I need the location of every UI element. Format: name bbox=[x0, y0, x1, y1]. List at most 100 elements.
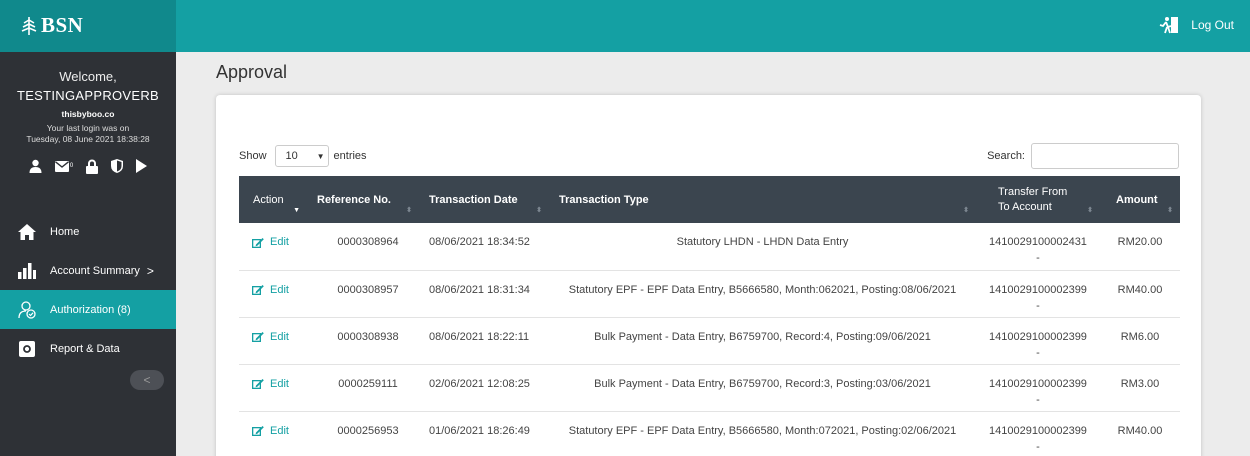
reference-cell: 0000308938 bbox=[337, 330, 399, 343]
date-cell: 02/06/2021 12:08:25 bbox=[429, 377, 530, 390]
sort-icon: ⬍ bbox=[536, 207, 542, 214]
approval-table: Action ▼ Reference No. ⬍ Transaction Dat… bbox=[239, 176, 1180, 456]
type-cell: Statutory LHDN - LHDN Data Entry bbox=[676, 236, 849, 248]
sort-icon: ⬍ bbox=[406, 207, 412, 214]
date-cell: 08/06/2021 18:31:34 bbox=[429, 283, 530, 296]
reference-cell: 0000308964 bbox=[337, 236, 399, 248]
show-entries-control: Show 10 ▼ entries bbox=[239, 145, 367, 167]
logout-button[interactable]: Log Out bbox=[1159, 16, 1234, 34]
edit-icon bbox=[252, 285, 264, 295]
edit-icon bbox=[252, 379, 264, 389]
entries-value: 10 bbox=[285, 150, 298, 162]
sidebar-item-label: Authorization (8) bbox=[50, 303, 131, 316]
edit-icon bbox=[252, 237, 264, 248]
date-cell: 01/06/2021 18:26:49 bbox=[429, 424, 530, 437]
account-cell: 1410029100002431 - bbox=[976, 223, 1100, 270]
table-row: Edit 0000308938 08/06/2021 18:22:11 Bulk… bbox=[239, 317, 1180, 364]
edit-label: Edit bbox=[270, 236, 289, 248]
reference-cell: 0000308957 bbox=[337, 283, 399, 296]
table-row: Edit 0000259111 02/06/2021 12:08:25 Bulk… bbox=[239, 364, 1180, 411]
page-title: Approval bbox=[216, 62, 288, 82]
shield-icon[interactable] bbox=[111, 159, 124, 173]
amount-cell: RM3.00 bbox=[1120, 377, 1160, 390]
sort-icon: ⬍ bbox=[1167, 207, 1173, 214]
column-label: Transaction Date bbox=[429, 193, 518, 206]
bsn-logo[interactable]: BSN bbox=[20, 13, 83, 38]
account-cell: 1410029100002399 - bbox=[976, 411, 1100, 456]
entries-select[interactable]: 10 ▼ bbox=[274, 145, 329, 167]
column-header-date[interactable]: Transaction Date ⬍ bbox=[419, 176, 549, 223]
amount-cell: RM40.00 bbox=[1117, 424, 1163, 437]
column-header-action[interactable]: Action ▼ bbox=[239, 176, 307, 223]
logout-label: Log Out bbox=[1191, 18, 1234, 32]
column-label: Transaction Type bbox=[559, 193, 649, 206]
user-icon[interactable] bbox=[29, 159, 42, 173]
search-label: Search: bbox=[987, 150, 1025, 162]
edit-label: Edit bbox=[270, 424, 289, 437]
sidebar-item-report-data[interactable]: Report & Data bbox=[0, 329, 176, 368]
edit-link[interactable]: Edit bbox=[252, 425, 289, 437]
amount-cell: RM40.00 bbox=[1117, 283, 1163, 296]
account-cell: 1410029100002399 - bbox=[976, 270, 1100, 317]
account-cell: 1410029100002399 - bbox=[976, 364, 1100, 411]
last-login-time: Tuesday, 08 June 2021 18:38:28 bbox=[26, 134, 150, 144]
show-label: Show bbox=[239, 150, 267, 162]
logout-icon bbox=[1160, 17, 1179, 34]
column-header-transfer[interactable]: Transfer From To Account ⬍ bbox=[976, 176, 1100, 223]
edit-link[interactable]: Edit bbox=[252, 236, 289, 248]
play-icon[interactable] bbox=[136, 159, 148, 173]
type-cell: Bulk Payment - Data Entry, B6759700, Rec… bbox=[594, 330, 931, 343]
mail-count: 0 bbox=[69, 163, 74, 169]
search-input[interactable] bbox=[1031, 143, 1179, 169]
table-header-row: Action ▼ Reference No. ⬍ Transaction Dat… bbox=[239, 176, 1180, 223]
mail-icon[interactable]: 0 bbox=[54, 160, 74, 172]
collapse-sidebar-button[interactable]: < bbox=[130, 370, 164, 390]
column-label: To Account bbox=[998, 200, 1052, 213]
column-header-amount[interactable]: Amount ⬍ bbox=[1100, 176, 1180, 223]
approval-card: Show 10 ▼ entries Search: Action ▼ Refer… bbox=[216, 95, 1201, 456]
column-label: Transfer From bbox=[998, 185, 1068, 198]
company-name: thisbyboo.co bbox=[61, 109, 115, 119]
sort-icon: ⬍ bbox=[963, 207, 969, 214]
action-cell: Edit bbox=[239, 223, 307, 270]
amount-cell: RM20.00 bbox=[1117, 236, 1163, 248]
edit-link[interactable]: Edit bbox=[252, 331, 289, 343]
action-cell: Edit bbox=[239, 411, 307, 456]
edit-label: Edit bbox=[270, 330, 289, 343]
to-account: - bbox=[1036, 393, 1040, 406]
from-account: 1410029100002399 bbox=[989, 330, 1087, 343]
sidebar-item-label: Home bbox=[50, 225, 80, 238]
sort-icon: ⬍ bbox=[1087, 207, 1093, 214]
search-control: Search: bbox=[987, 143, 1179, 169]
table-row: Edit 0000256953 01/06/2021 18:26:49 Stat… bbox=[239, 411, 1180, 456]
action-cell: Edit bbox=[239, 364, 307, 411]
table-row: Edit 0000308964 08/06/2021 18:34:52 Stat… bbox=[239, 223, 1180, 270]
reference-cell: 0000256953 bbox=[337, 424, 399, 437]
sidebar-item-home[interactable]: Home bbox=[0, 212, 176, 251]
last-login-label: Your last login was on bbox=[46, 123, 130, 133]
authorization-icon bbox=[18, 300, 36, 319]
amount-cell: RM6.00 bbox=[1120, 330, 1160, 343]
action-cell: Edit bbox=[239, 270, 307, 317]
caret-down-icon: ▼ bbox=[316, 151, 325, 161]
edit-link[interactable]: Edit bbox=[252, 284, 289, 296]
welcome-panel: Welcome, TESTINGAPPROVERB thisbyboo.co Y… bbox=[0, 52, 176, 175]
report-icon bbox=[18, 340, 36, 358]
welcome-text: Welcome, bbox=[59, 69, 117, 84]
bsn-leaf-icon bbox=[21, 16, 37, 35]
column-label: Action bbox=[253, 193, 284, 206]
table-row: Edit 0000308957 08/06/2021 18:31:34 Stat… bbox=[239, 270, 1180, 317]
sidebar-item-label: Account Summary bbox=[50, 264, 140, 277]
edit-link[interactable]: Edit bbox=[252, 378, 289, 390]
reference-cell: 0000259111 bbox=[338, 377, 398, 390]
from-account: 1410029100002399 bbox=[989, 377, 1087, 390]
sidebar-item-account-summary[interactable]: Account Summary > bbox=[0, 251, 176, 290]
sidebar-item-authorization[interactable]: Authorization (8) bbox=[0, 290, 176, 329]
from-account: 1410029100002431 bbox=[989, 236, 1087, 248]
column-label: Reference No. bbox=[317, 193, 391, 206]
username: TESTINGAPPROVERB bbox=[16, 88, 160, 103]
lock-icon[interactable] bbox=[86, 159, 99, 174]
column-header-reference[interactable]: Reference No. ⬍ bbox=[307, 176, 419, 223]
to-account: - bbox=[1036, 299, 1040, 312]
column-header-type[interactable]: Transaction Type ⬍ bbox=[549, 176, 976, 223]
